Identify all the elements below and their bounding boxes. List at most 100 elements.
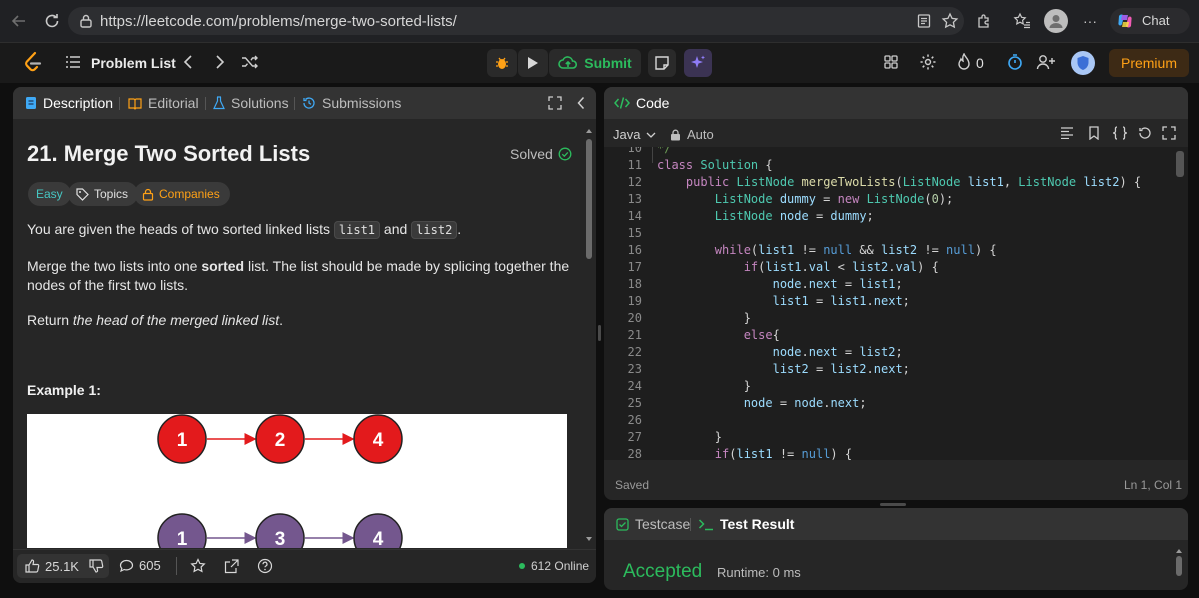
result-tabbar: Testcase Test Result [604, 508, 1188, 540]
description-paragraph-3: Return the head of the merged linked lis… [27, 312, 284, 328]
cloud-upload-icon [558, 56, 578, 69]
url-text[interactable]: https://leetcode.com/problems/merge-two-… [100, 13, 457, 30]
list2-node-1-label: 1 [177, 529, 188, 548]
more-menu-icon[interactable]: ··· [1080, 11, 1100, 31]
leetcode-logo-icon[interactable] [22, 51, 44, 73]
list1-node-2-label: 2 [275, 430, 286, 451]
fullscreen-icon[interactable] [1161, 125, 1177, 141]
collapse-chevron-icon[interactable] [573, 95, 589, 111]
bug-icon [496, 57, 508, 69]
invite-user-icon[interactable] [1035, 52, 1057, 72]
document-icon [26, 97, 36, 109]
tab-code[interactable]: Code [614, 87, 669, 119]
flask-icon [213, 96, 225, 110]
settings-gear-icon[interactable] [919, 53, 937, 71]
description-paragraph-1: You are given the heads of two sorted li… [27, 221, 462, 239]
comments-button[interactable]: 605 [119, 558, 161, 573]
run-button[interactable] [518, 49, 548, 77]
online-dot [519, 563, 525, 569]
code-lines: 10 */ 11 class Solution { 12 public ListNo… [627, 147, 1142, 460]
companies-chip[interactable]: Companies [134, 182, 230, 206]
layout-grid-icon[interactable] [882, 53, 900, 71]
streak-flame-icon[interactable] [955, 53, 973, 71]
difficulty-badge[interactable]: Easy [28, 182, 71, 206]
description-scrollbar[interactable] [584, 127, 594, 547]
share-icon[interactable] [222, 557, 240, 575]
random-problem-icon[interactable] [240, 52, 260, 72]
test-result-panel: Testcase Test Result Accepted Runtime: 0… [604, 508, 1188, 590]
bookmark-icon[interactable] [1086, 125, 1102, 141]
book-icon [128, 97, 142, 110]
code-tabbar: Code [604, 87, 1188, 119]
save-status: Saved [615, 478, 650, 492]
example-diagram: 1 2 4 1 3 4 [27, 414, 567, 548]
result-scrollbar[interactable] [1174, 548, 1184, 588]
language-select[interactable]: Java [613, 127, 656, 142]
topics-chip[interactable]: Topics [68, 182, 139, 206]
back-icon[interactable] [8, 10, 30, 32]
streak-count: 0 [976, 55, 984, 71]
help-icon[interactable] [256, 557, 274, 575]
reset-code-icon[interactable] [1137, 125, 1153, 141]
refresh-icon[interactable] [41, 10, 63, 32]
premium-label: Premium [1120, 55, 1177, 71]
premium-button[interactable]: Premium [1109, 49, 1189, 77]
lock-icon [142, 188, 154, 201]
profile-avatar[interactable] [1044, 9, 1068, 33]
runtime-label: Runtime: 0 ms [717, 565, 801, 580]
tab-testcase[interactable]: Testcase [616, 508, 690, 540]
code-scrollbar[interactable] [1176, 151, 1184, 177]
tag-icon [76, 187, 89, 201]
extensions-icon[interactable] [974, 11, 994, 31]
ai-assist-button[interactable] [684, 49, 712, 77]
tab-test-result[interactable]: Test Result [698, 508, 794, 540]
site-info-icon[interactable] [77, 12, 95, 30]
chat-label: Chat [1142, 13, 1170, 28]
cursor-position: Ln 1, Col 1 [1124, 478, 1183, 492]
like-button[interactable]: 25.1K [17, 554, 87, 578]
reader-view-icon[interactable] [914, 11, 934, 31]
tab-editorial[interactable]: Editorial [128, 87, 199, 119]
tab-submissions[interactable]: Submissions [302, 87, 401, 119]
autocomplete-mode[interactable]: Auto [670, 127, 714, 142]
horizontal-resize-handle[interactable] [880, 503, 906, 506]
list1-node-4-label: 4 [373, 430, 384, 451]
linked-lists-diagram: 1 2 4 1 3 4 [157, 414, 403, 548]
format-code-icon[interactable] [1059, 125, 1075, 141]
chevron-down-icon [647, 132, 656, 138]
favorite-star-icon[interactable] [940, 11, 960, 31]
vertical-resize-handle[interactable] [598, 325, 601, 341]
description-panel: Description Editorial Solutions Submissi… [13, 87, 596, 583]
code-editor[interactable]: 10 */ 11 class Solution { 12 public ListNo… [604, 147, 1188, 460]
expand-icon[interactable] [547, 95, 563, 111]
dislike-button[interactable] [83, 554, 109, 578]
problem-list-icon[interactable] [64, 53, 82, 71]
thumbs-up-icon [25, 559, 40, 573]
tab-solutions[interactable]: Solutions [213, 87, 289, 119]
timer-icon[interactable] [1005, 52, 1025, 72]
code-list2: list2 [411, 221, 458, 239]
prev-problem-icon[interactable] [179, 53, 197, 71]
code-panel: Code Java Auto 10 */ 11 class Solution { 1… [604, 87, 1188, 500]
user-avatar[interactable] [1071, 51, 1095, 75]
submit-label: Submit [584, 55, 632, 71]
history-icon [303, 97, 315, 109]
braces-icon[interactable] [1111, 125, 1129, 141]
online-count: 612 Online [519, 559, 589, 573]
description-tabbar: Description Editorial Solutions Submissi… [13, 87, 596, 119]
notes-button[interactable] [648, 49, 676, 77]
note-icon [655, 56, 669, 70]
tab-description[interactable]: Description [25, 87, 113, 119]
debug-button[interactable] [487, 49, 517, 77]
comment-icon [119, 559, 134, 572]
favorites-icon[interactable] [1012, 11, 1032, 31]
terminal-icon [698, 518, 713, 530]
next-problem-icon[interactable] [211, 53, 229, 71]
favorite-star-icon[interactable] [189, 557, 207, 575]
list2-node-4-label: 4 [373, 529, 384, 548]
checkbox-icon [616, 517, 629, 531]
submit-button[interactable]: Submit [549, 49, 641, 77]
problem-list-label[interactable]: Problem List [91, 55, 176, 71]
play-icon [528, 57, 538, 69]
check-circle-icon [558, 147, 572, 161]
